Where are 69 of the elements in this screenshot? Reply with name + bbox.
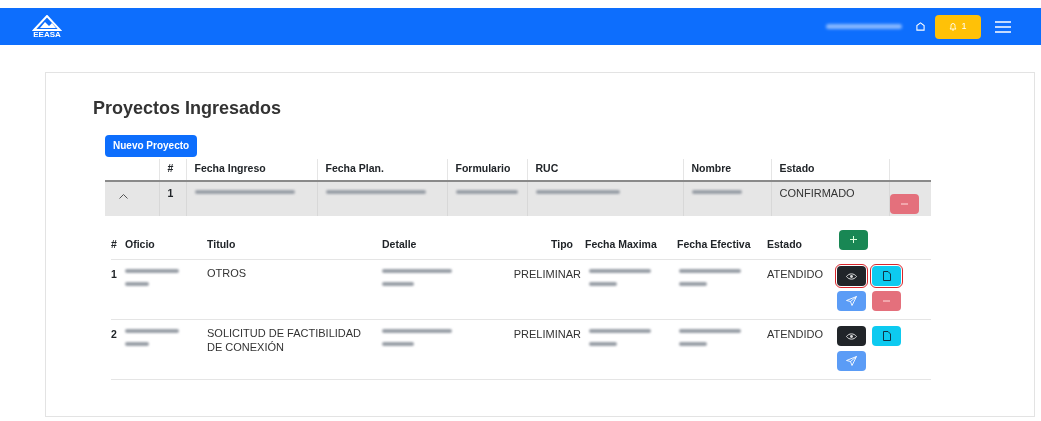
mountain-logo-icon [32, 14, 62, 31]
blurred-text [125, 282, 149, 286]
send-icon [846, 356, 857, 366]
column-header: Formulario [455, 162, 511, 175]
blurred-text [691, 189, 742, 194]
blurred-text [679, 342, 707, 346]
column-header: Estado [779, 162, 815, 175]
blurred-text [589, 269, 651, 273]
table-cell: CONFIRMADO [779, 186, 855, 199]
minus-icon [883, 300, 890, 302]
project-row[interactable]: 1 CONFIRMADO [105, 180, 931, 216]
blurred-text [382, 269, 452, 273]
column-header: RUC [535, 162, 559, 175]
file-icon [882, 331, 891, 341]
menu-icon[interactable] [995, 20, 1011, 33]
file-icon [882, 271, 891, 281]
logo-text: EEASA [33, 30, 61, 39]
column-header: Estado [767, 238, 802, 251]
blurred-text [679, 269, 741, 273]
table-cell: PRELIMINAR [513, 328, 581, 340]
column-header: # [167, 162, 174, 175]
column-header: # [111, 238, 117, 251]
blurred-text [589, 342, 617, 346]
home-icon[interactable] [916, 22, 925, 31]
bell-icon [949, 22, 958, 31]
column-header: Fecha Efectiva [677, 238, 751, 251]
column-header: Fecha Maxima [585, 238, 657, 251]
minus-icon [900, 202, 908, 205]
table-cell: 1 [111, 268, 117, 280]
blurred-text [382, 329, 452, 333]
column-header: Titulo [207, 238, 236, 251]
table-cell: ATENDIDO [767, 268, 824, 280]
plus-icon [850, 236, 857, 243]
delete-button[interactable] [889, 193, 919, 214]
table-cell: PRELIMINAR [513, 268, 581, 280]
blurred-text [125, 329, 179, 333]
column-header: Oficio [125, 238, 155, 251]
table-cell: 2 [111, 328, 117, 340]
send-button[interactable] [837, 291, 866, 311]
table-cell: SOLICITUD DE FACTIBILIDAD DE CONEXIÓN [207, 327, 362, 353]
new-project-button[interactable]: Nuevo Proyecto [105, 134, 198, 157]
add-button[interactable] [839, 229, 868, 250]
column-header: Tipo [551, 238, 573, 251]
table-cell: 1 [167, 186, 174, 199]
page-title: Proyectos Ingresados [93, 97, 283, 119]
blurred-text [679, 329, 741, 333]
eye-icon [846, 272, 857, 280]
column-header: Nombre [691, 162, 732, 175]
view-button[interactable] [837, 326, 866, 346]
send-icon [846, 296, 857, 306]
blurred-text [455, 189, 518, 194]
table-cell: OTROS [207, 267, 247, 279]
send-button[interactable] [837, 351, 866, 371]
blurred-text [589, 282, 617, 286]
view-button[interactable] [837, 266, 866, 286]
file-button[interactable] [872, 266, 901, 286]
column-header: Fecha Plan. [325, 162, 384, 175]
column-header: Detalle [382, 238, 417, 251]
blurred-text [382, 342, 414, 346]
blurred-text [679, 282, 707, 286]
blurred-text [382, 282, 414, 286]
blurred-text [125, 269, 179, 273]
blurred-text [125, 342, 149, 346]
blurred-text [589, 329, 651, 333]
eye-icon [846, 332, 857, 340]
column-header: Fecha Ingreso [194, 162, 266, 175]
caret-up-icon[interactable] [119, 193, 128, 199]
file-button[interactable] [872, 326, 901, 346]
table-cell: ATENDIDO [767, 328, 824, 340]
